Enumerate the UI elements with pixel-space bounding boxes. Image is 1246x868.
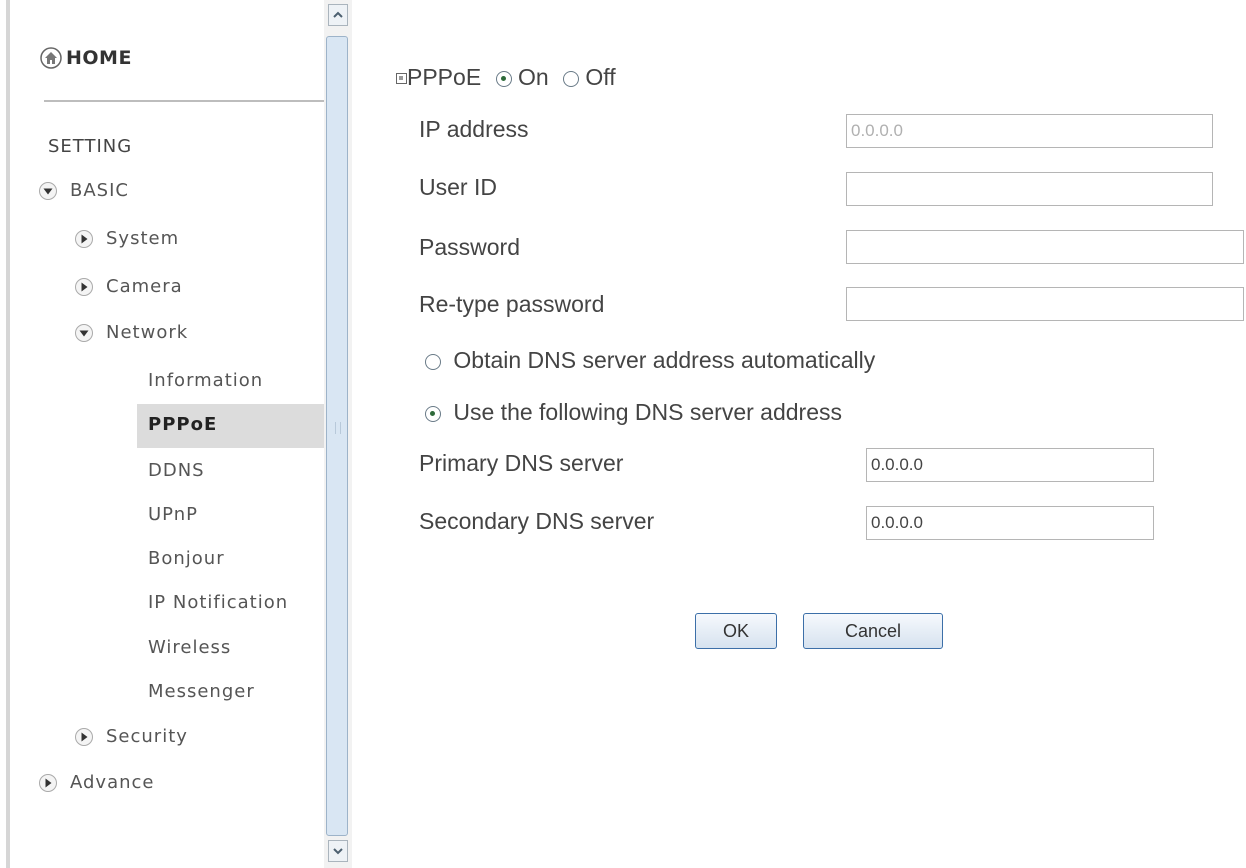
password-label: Password xyxy=(419,234,520,260)
sidebar-item-advance[interactable]: Advance xyxy=(38,772,154,793)
primary-dns-label: Primary DNS server xyxy=(419,450,624,476)
dns-manual-label: Use the following DNS server address xyxy=(453,399,842,425)
chevron-down-icon xyxy=(39,181,57,200)
pppoe-on-radio[interactable] xyxy=(495,70,512,87)
sidebar-item-messenger[interactable]: Messenger xyxy=(148,681,255,702)
sidebar-item-label: BASIC xyxy=(70,180,129,201)
home-icon xyxy=(40,47,62,69)
sidebar-item-label: Security xyxy=(106,726,188,747)
sidebar-item-network[interactable]: Network xyxy=(74,322,188,343)
sidebar-item-security[interactable]: Security xyxy=(74,726,188,747)
pppoe-on-label: On xyxy=(517,64,549,90)
dns-manual-row: Use the following DNS server address xyxy=(425,399,842,426)
sidebar-item-wireless[interactable]: Wireless xyxy=(148,637,231,658)
primary-dns-field[interactable]: 0.0.0.0 xyxy=(866,448,1154,482)
chevron-down-icon xyxy=(75,323,93,342)
sidebar-item-label: Network xyxy=(106,322,189,343)
retype-password-field[interactable] xyxy=(846,287,1244,321)
user-id-field[interactable] xyxy=(846,172,1213,206)
pppoe-off-radio[interactable] xyxy=(563,70,580,87)
ip-address-label: IP address xyxy=(419,116,529,142)
scrollbar-grip xyxy=(335,422,341,434)
sidebar-item-pppoe[interactable]: PPPoE xyxy=(148,414,217,435)
chevron-right-icon xyxy=(39,773,57,792)
sidebar-item-label: Camera xyxy=(106,276,183,297)
sidebar-item-ddns[interactable]: DDNS xyxy=(148,460,205,481)
scroll-down-button[interactable] xyxy=(328,840,348,862)
ok-button[interactable]: OK xyxy=(695,613,777,649)
sidebar-item-bonjour[interactable]: Bonjour xyxy=(148,548,225,569)
chevron-right-icon xyxy=(75,727,93,746)
home-label: HOME xyxy=(66,47,132,69)
sidebar-item-information[interactable]: Information xyxy=(148,370,263,391)
sidebar-item-label: Advance xyxy=(70,772,155,793)
sidebar-item-upnp[interactable]: UPnP xyxy=(148,504,198,525)
home-link[interactable]: HOME xyxy=(40,38,132,78)
sidebar-divider xyxy=(44,100,334,102)
secondary-dns-field[interactable]: 0.0.0.0 xyxy=(866,506,1154,540)
pppoe-toggle-row: PPPoE On Off xyxy=(396,64,616,91)
scroll-up-button[interactable] xyxy=(328,4,348,26)
dns-auto-label: Obtain DNS server address automatically xyxy=(453,347,876,373)
sidebar-item-system[interactable]: System xyxy=(74,228,179,249)
chevron-right-icon xyxy=(75,229,93,248)
chevron-down-icon xyxy=(333,848,343,855)
secondary-dns-label: Secondary DNS server xyxy=(419,508,655,534)
password-field[interactable] xyxy=(846,230,1244,264)
dns-manual-radio[interactable] xyxy=(425,405,441,422)
setting-heading: SETTING xyxy=(48,136,133,157)
dns-auto-radio[interactable] xyxy=(425,353,441,370)
retype-password-label: Re-type password xyxy=(419,291,605,317)
chevron-right-icon xyxy=(75,277,93,296)
cancel-button[interactable]: Cancel xyxy=(803,613,943,649)
sidebar-item-label: System xyxy=(106,228,180,249)
pppoe-off-label: Off xyxy=(585,64,616,90)
pppoe-label: PPPoE xyxy=(407,64,482,90)
scrollbar-thumb[interactable] xyxy=(326,36,348,836)
chevron-up-icon xyxy=(333,11,343,18)
sidebar-item-basic[interactable]: BASIC xyxy=(38,180,129,201)
sidebar-item-camera[interactable]: Camera xyxy=(74,276,183,297)
sidebar-item-ip-notification[interactable]: IP Notification xyxy=(148,592,288,613)
ip-address-field[interactable]: 0.0.0.0 xyxy=(846,114,1213,148)
user-id-label: User ID xyxy=(419,174,497,200)
section-bullet-icon xyxy=(396,73,407,85)
dns-auto-row: Obtain DNS server address automatically xyxy=(425,347,875,374)
